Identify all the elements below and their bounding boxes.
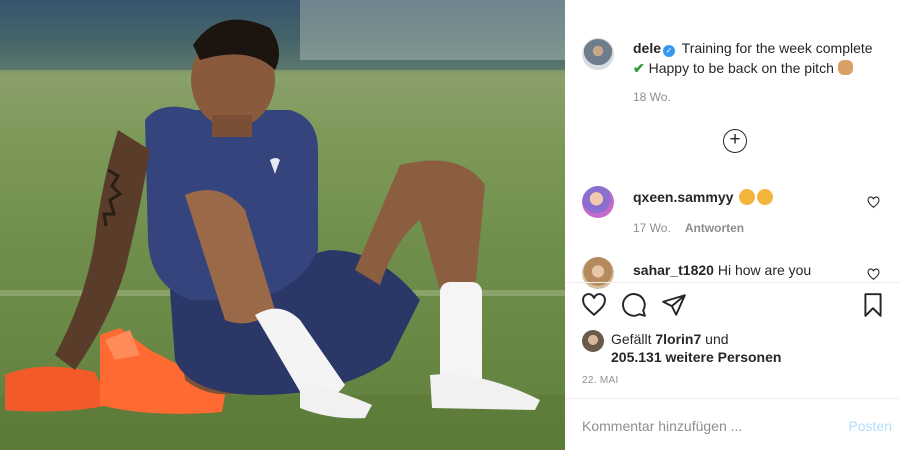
post-date: 22. MAI <box>582 375 619 386</box>
bookmark-icon[interactable] <box>860 292 886 318</box>
post-caption: dele ✓ Training for the week complete ✔ H… <box>633 38 888 78</box>
comment-item: sahar_t1820 Hi how are you <box>633 261 863 279</box>
athlete-photo-illustration <box>0 0 565 450</box>
post-age: 18 Wo. <box>633 90 671 104</box>
likes-prefix: Gefällt <box>611 331 652 347</box>
plus-circle-icon[interactable]: + <box>723 129 747 153</box>
author-avatar[interactable] <box>582 38 614 70</box>
comment-username[interactable]: qxeen.sammyy <box>633 189 733 205</box>
likes-summary: Gefällt 7lorin7 und 205.131 weitere Pers… <box>611 330 781 366</box>
comment-text: Hi how are you <box>717 262 812 278</box>
heart-eyes-emoji-icon <box>739 189 756 205</box>
liker-avatar[interactable] <box>582 330 604 352</box>
likes-count[interactable]: 205.131 weitere Personen <box>611 349 781 365</box>
post-detail-panel: dele ✓ Training for the week complete ✔ H… <box>565 0 900 450</box>
comment-username[interactable]: sahar_t1820 <box>633 262 714 278</box>
post-action-bar <box>581 292 886 320</box>
verified-badge-icon: ✓ <box>663 45 676 57</box>
post-comment-button[interactable]: Posten <box>848 418 892 434</box>
liker-username[interactable]: 7lorin7 <box>655 331 701 347</box>
comment-meta: 17 Wo. Antworten <box>633 221 744 235</box>
comment-like-heart-icon[interactable] <box>867 196 880 209</box>
comment-item: qxeen.sammyy <box>633 188 863 206</box>
commenter-avatar[interactable] <box>582 257 614 289</box>
comment-input[interactable]: Kommentar hinzufügen ... <box>582 418 742 434</box>
comment-like-heart-icon[interactable] <box>867 268 880 281</box>
divider <box>565 398 900 399</box>
share-icon[interactable] <box>661 292 687 318</box>
caption-line-1: Training for the week complete <box>681 40 873 56</box>
comment-icon[interactable] <box>621 292 647 318</box>
author-username[interactable]: dele <box>633 40 661 56</box>
reply-button[interactable]: Antworten <box>685 221 744 235</box>
post-photo <box>0 0 565 450</box>
flexed-biceps-emoji-icon <box>837 60 853 75</box>
check-mark-emoji-icon: ✔ <box>633 60 645 76</box>
heart-eyes-emoji-icon <box>757 189 774 205</box>
comment-age: 17 Wo. <box>633 221 671 235</box>
caption-line-2: Happy to be back on the pitch <box>648 60 834 76</box>
heart-icon[interactable] <box>581 292 607 318</box>
likes-conjunction: und <box>705 331 729 347</box>
divider <box>565 282 900 283</box>
commenter-avatar[interactable] <box>582 186 614 218</box>
